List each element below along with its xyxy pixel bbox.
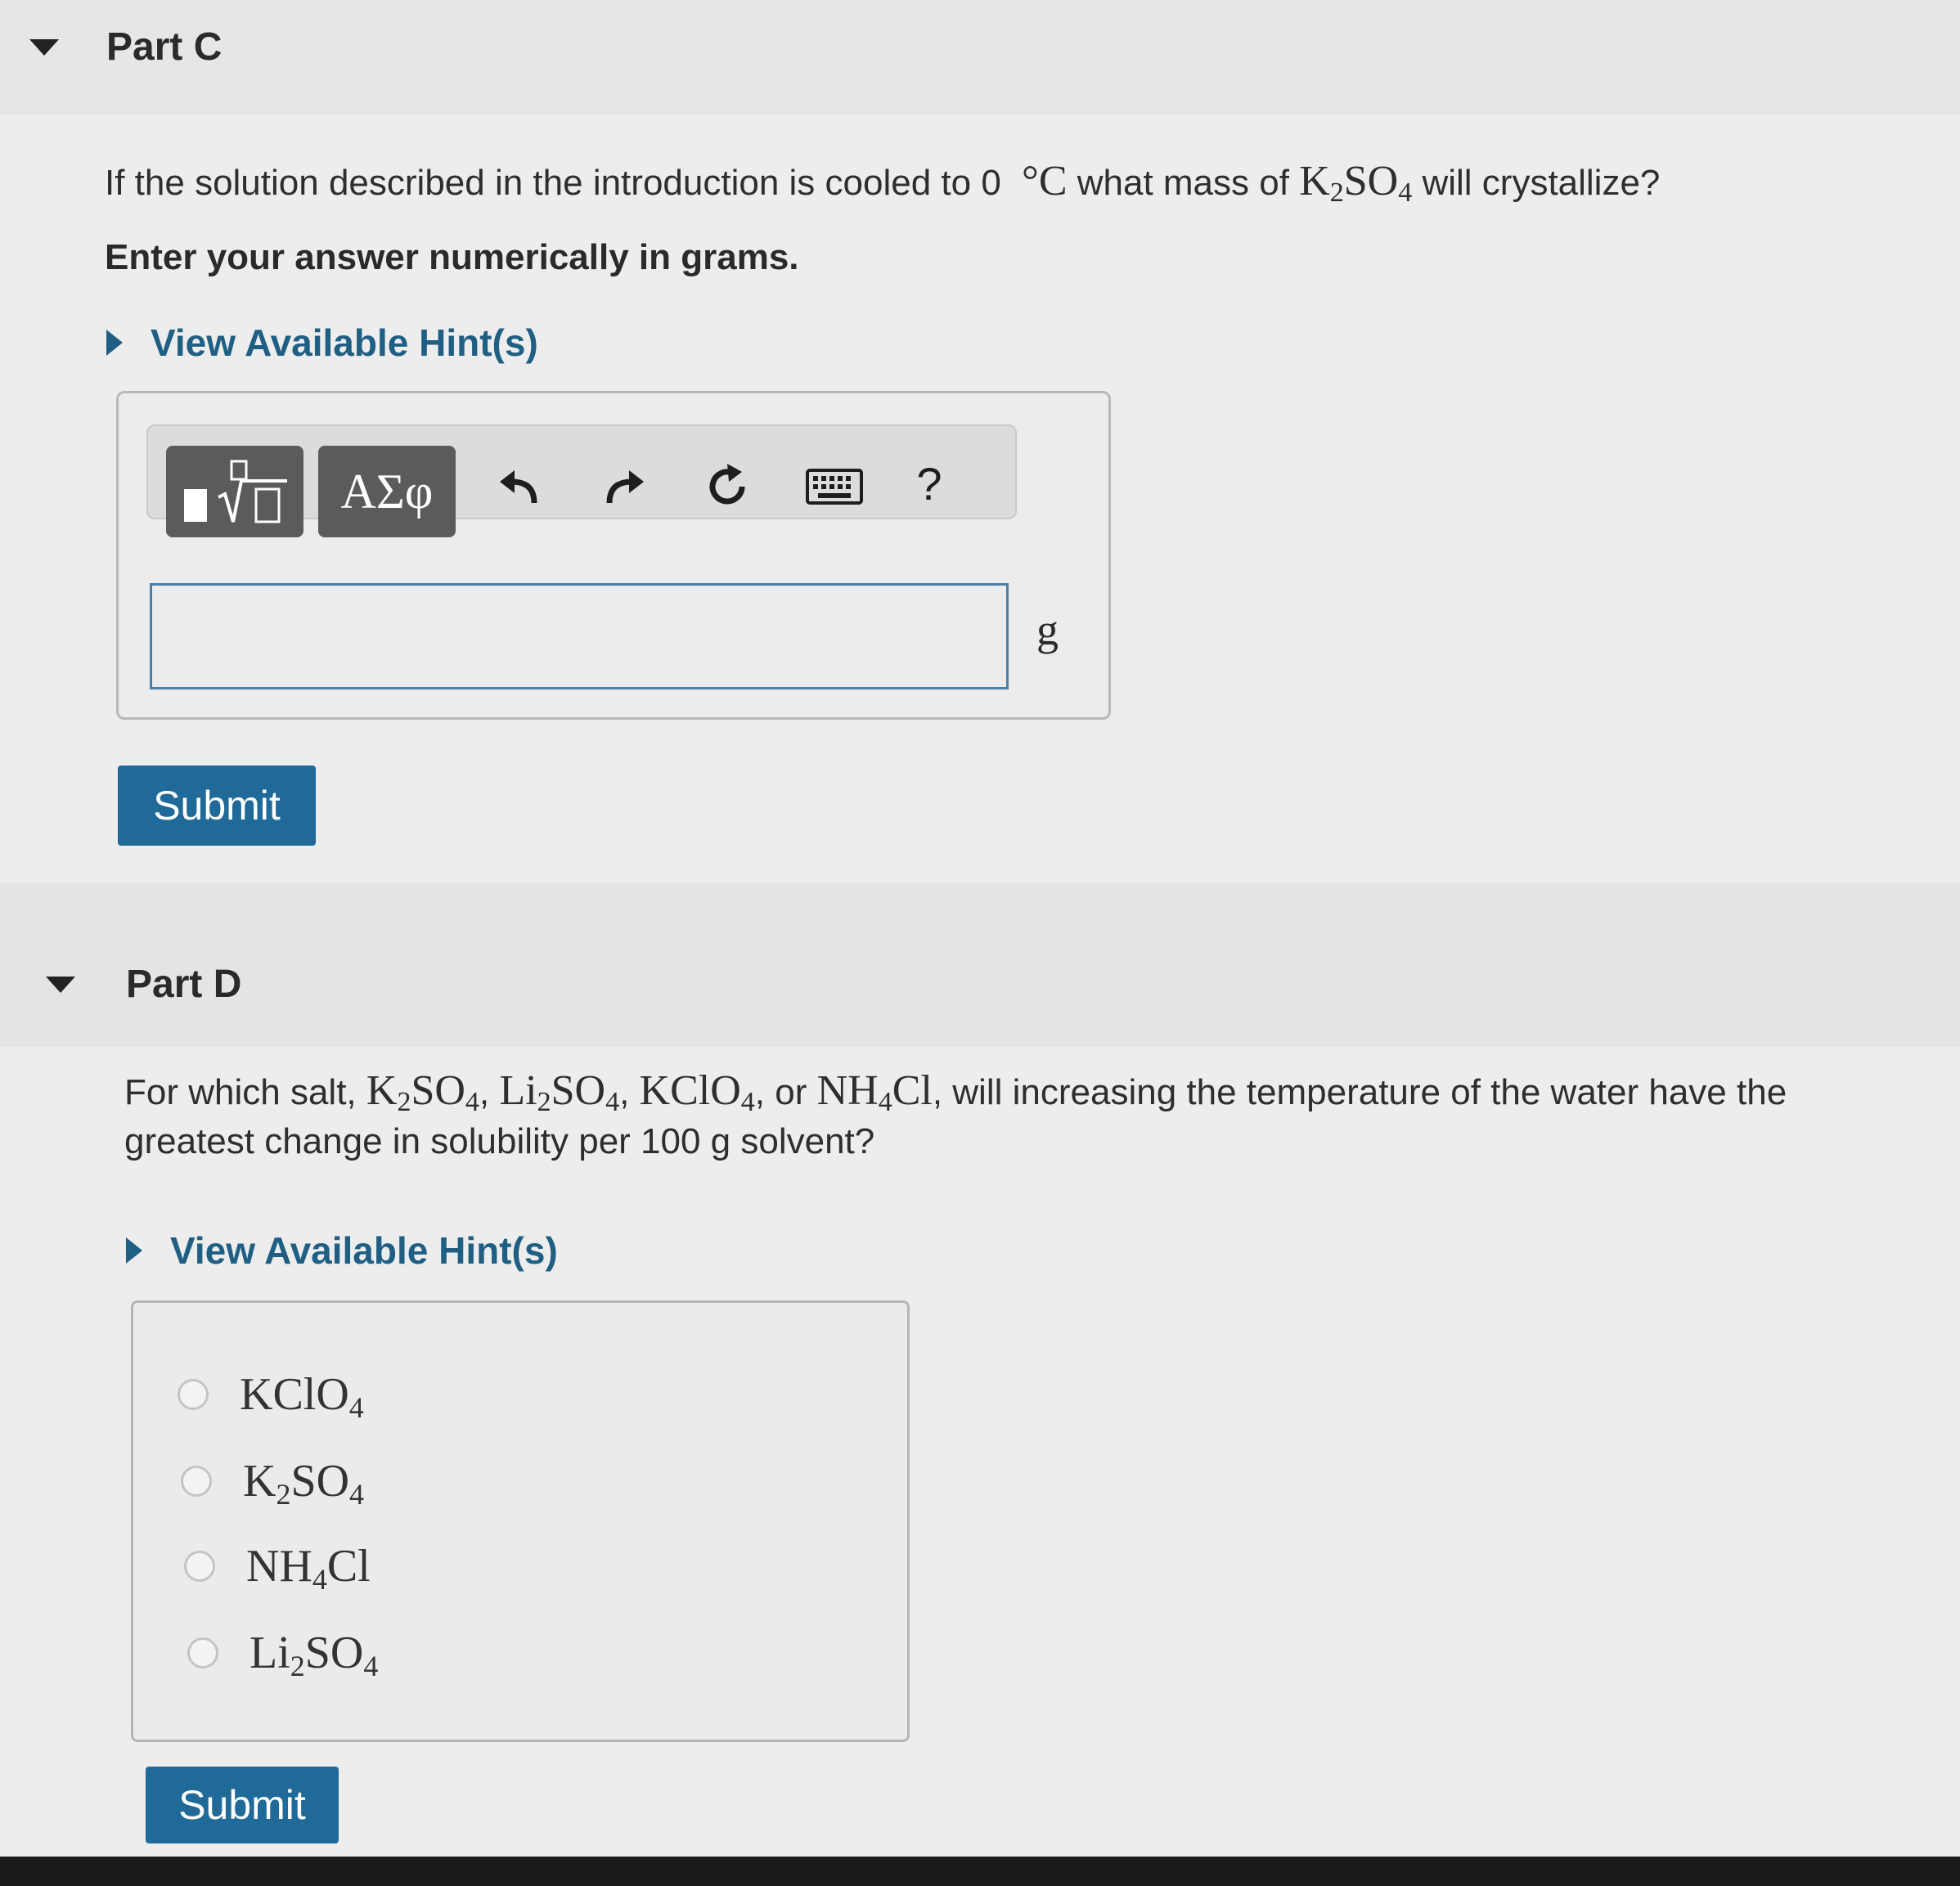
hint-label: View Available Hint(s) <box>170 1229 558 1272</box>
f-k-sub: 2 <box>1329 177 1344 208</box>
f-k: K <box>1299 158 1330 204</box>
c3-sub2: 4 <box>363 1650 379 1682</box>
collapse-caret-icon[interactable] <box>46 977 75 993</box>
choice-label: Li2SO4 <box>249 1627 379 1682</box>
part-c-instruction: Enter your answer numerically in grams. <box>105 237 799 277</box>
answer-input[interactable] <box>150 583 1009 689</box>
expand-triangle-icon <box>106 330 123 356</box>
part-c-title: Part C <box>106 25 223 69</box>
radio-button[interactable] <box>184 1551 215 1582</box>
keyboard-button[interactable] <box>798 454 871 519</box>
choice-kclo4[interactable]: KClO4 <box>178 1368 364 1424</box>
greek-label: ΑΣφ <box>340 464 434 519</box>
redo-icon <box>606 470 644 504</box>
part-d-section: For which salt, K2SO4, Li2SO4, KClO4, or… <box>0 1047 1960 1857</box>
help-button[interactable]: ? <box>901 451 958 516</box>
c2-sub: 4 <box>312 1563 327 1596</box>
expand-triangle-icon <box>126 1237 142 1264</box>
collapse-caret-icon[interactable] <box>29 39 59 56</box>
degree-celsius: °C <box>1011 158 1067 204</box>
choice-label: K2SO4 <box>243 1455 364 1509</box>
part-c-header[interactable]: Part C <box>0 0 1960 115</box>
c3-rest: SO <box>304 1628 364 1678</box>
choice-label: NH4Cl <box>246 1540 371 1594</box>
undo-button[interactable] <box>487 454 552 519</box>
salt-kclo4: KClO4 <box>639 1067 755 1117</box>
radio-button[interactable] <box>178 1379 209 1410</box>
redo-button[interactable] <box>591 454 657 519</box>
c3-sub: 2 <box>290 1650 305 1682</box>
c2-rest: Cl <box>326 1541 371 1592</box>
screen-bezel <box>0 1857 1960 1886</box>
c1-sub2: 4 <box>349 1478 365 1511</box>
part-c-submit-button[interactable]: Submit <box>118 766 316 846</box>
choice-li2so4[interactable]: Li2SO4 <box>187 1627 379 1682</box>
keyboard-icon <box>806 469 863 505</box>
part-d-question-line2: greatest change in solubility per 100 g … <box>124 1121 875 1161</box>
choices-container: KClO4 K2SO4 NH4Cl Li2SO4 <box>131 1300 910 1742</box>
salt-li2so4: Li2SO4 <box>499 1067 620 1117</box>
templates-button[interactable] <box>166 446 303 537</box>
part-d-header[interactable]: Part D <box>0 883 1960 1047</box>
greek-symbols-button[interactable]: ΑΣφ <box>318 446 456 537</box>
q-pre: For which salt, <box>124 1072 366 1112</box>
salt-nh4cl: NH4Cl <box>816 1067 933 1117</box>
question-text-mid: what mass of <box>1067 163 1300 203</box>
c1-rest: SO <box>290 1456 350 1507</box>
choice-nh4cl[interactable]: NH4Cl <box>184 1540 371 1594</box>
q-line1-post: , will increasing the temperature of the… <box>932 1072 1787 1112</box>
question-text-post: will crystallize? <box>1412 163 1661 203</box>
radio-button[interactable] <box>181 1466 212 1497</box>
part-c-section: If the solution described in the introdu… <box>0 115 1960 883</box>
unit-label: g <box>1036 605 1059 654</box>
choice-k2so4[interactable]: K2SO4 <box>181 1455 364 1509</box>
formula-k2so4: K2SO4 <box>1299 158 1412 207</box>
math-toolbar: ΑΣφ ? <box>146 424 1017 537</box>
part-d-question: For which salt, K2SO4, Li2SO4, KClO4, or… <box>124 1066 1908 1166</box>
c0-sub: 4 <box>348 1391 364 1424</box>
part-d-question-line1: For which salt, K2SO4, Li2SO4, KClO4, or… <box>124 1067 1787 1117</box>
part-c-question: If the solution described in the introdu… <box>105 157 1660 208</box>
radio-button[interactable] <box>187 1637 218 1668</box>
c1-base: K <box>243 1456 276 1507</box>
c1-sub: 2 <box>276 1478 291 1511</box>
help-icon: ? <box>916 457 942 510</box>
f-so: SO <box>1343 158 1399 204</box>
c0-base: KClO <box>240 1369 349 1420</box>
undo-icon <box>500 470 537 504</box>
hint-label: View Available Hint(s) <box>151 321 538 364</box>
part-d-submit-button[interactable]: Submit <box>146 1767 339 1843</box>
question-text-pre: If the solution described in the introdu… <box>105 163 1001 203</box>
answer-container: ΑΣφ ? g <box>116 391 1111 720</box>
salt-k2so4: K2SO4 <box>366 1067 479 1117</box>
c3-base: Li <box>249 1628 290 1678</box>
choice-label: KClO4 <box>240 1368 364 1424</box>
reset-icon <box>709 464 745 505</box>
f-so-sub: 4 <box>1398 177 1413 208</box>
c2-base: NH <box>246 1541 312 1592</box>
part-c-hint-link[interactable]: View Available Hint(s) <box>106 321 538 365</box>
q-or: , or <box>754 1072 817 1112</box>
templates-icon <box>184 460 287 523</box>
part-d-hint-link[interactable]: View Available Hint(s) <box>126 1228 558 1273</box>
reset-button[interactable] <box>695 454 760 519</box>
temp-unit: °C <box>1022 158 1068 204</box>
part-d-title: Part D <box>126 963 242 1006</box>
